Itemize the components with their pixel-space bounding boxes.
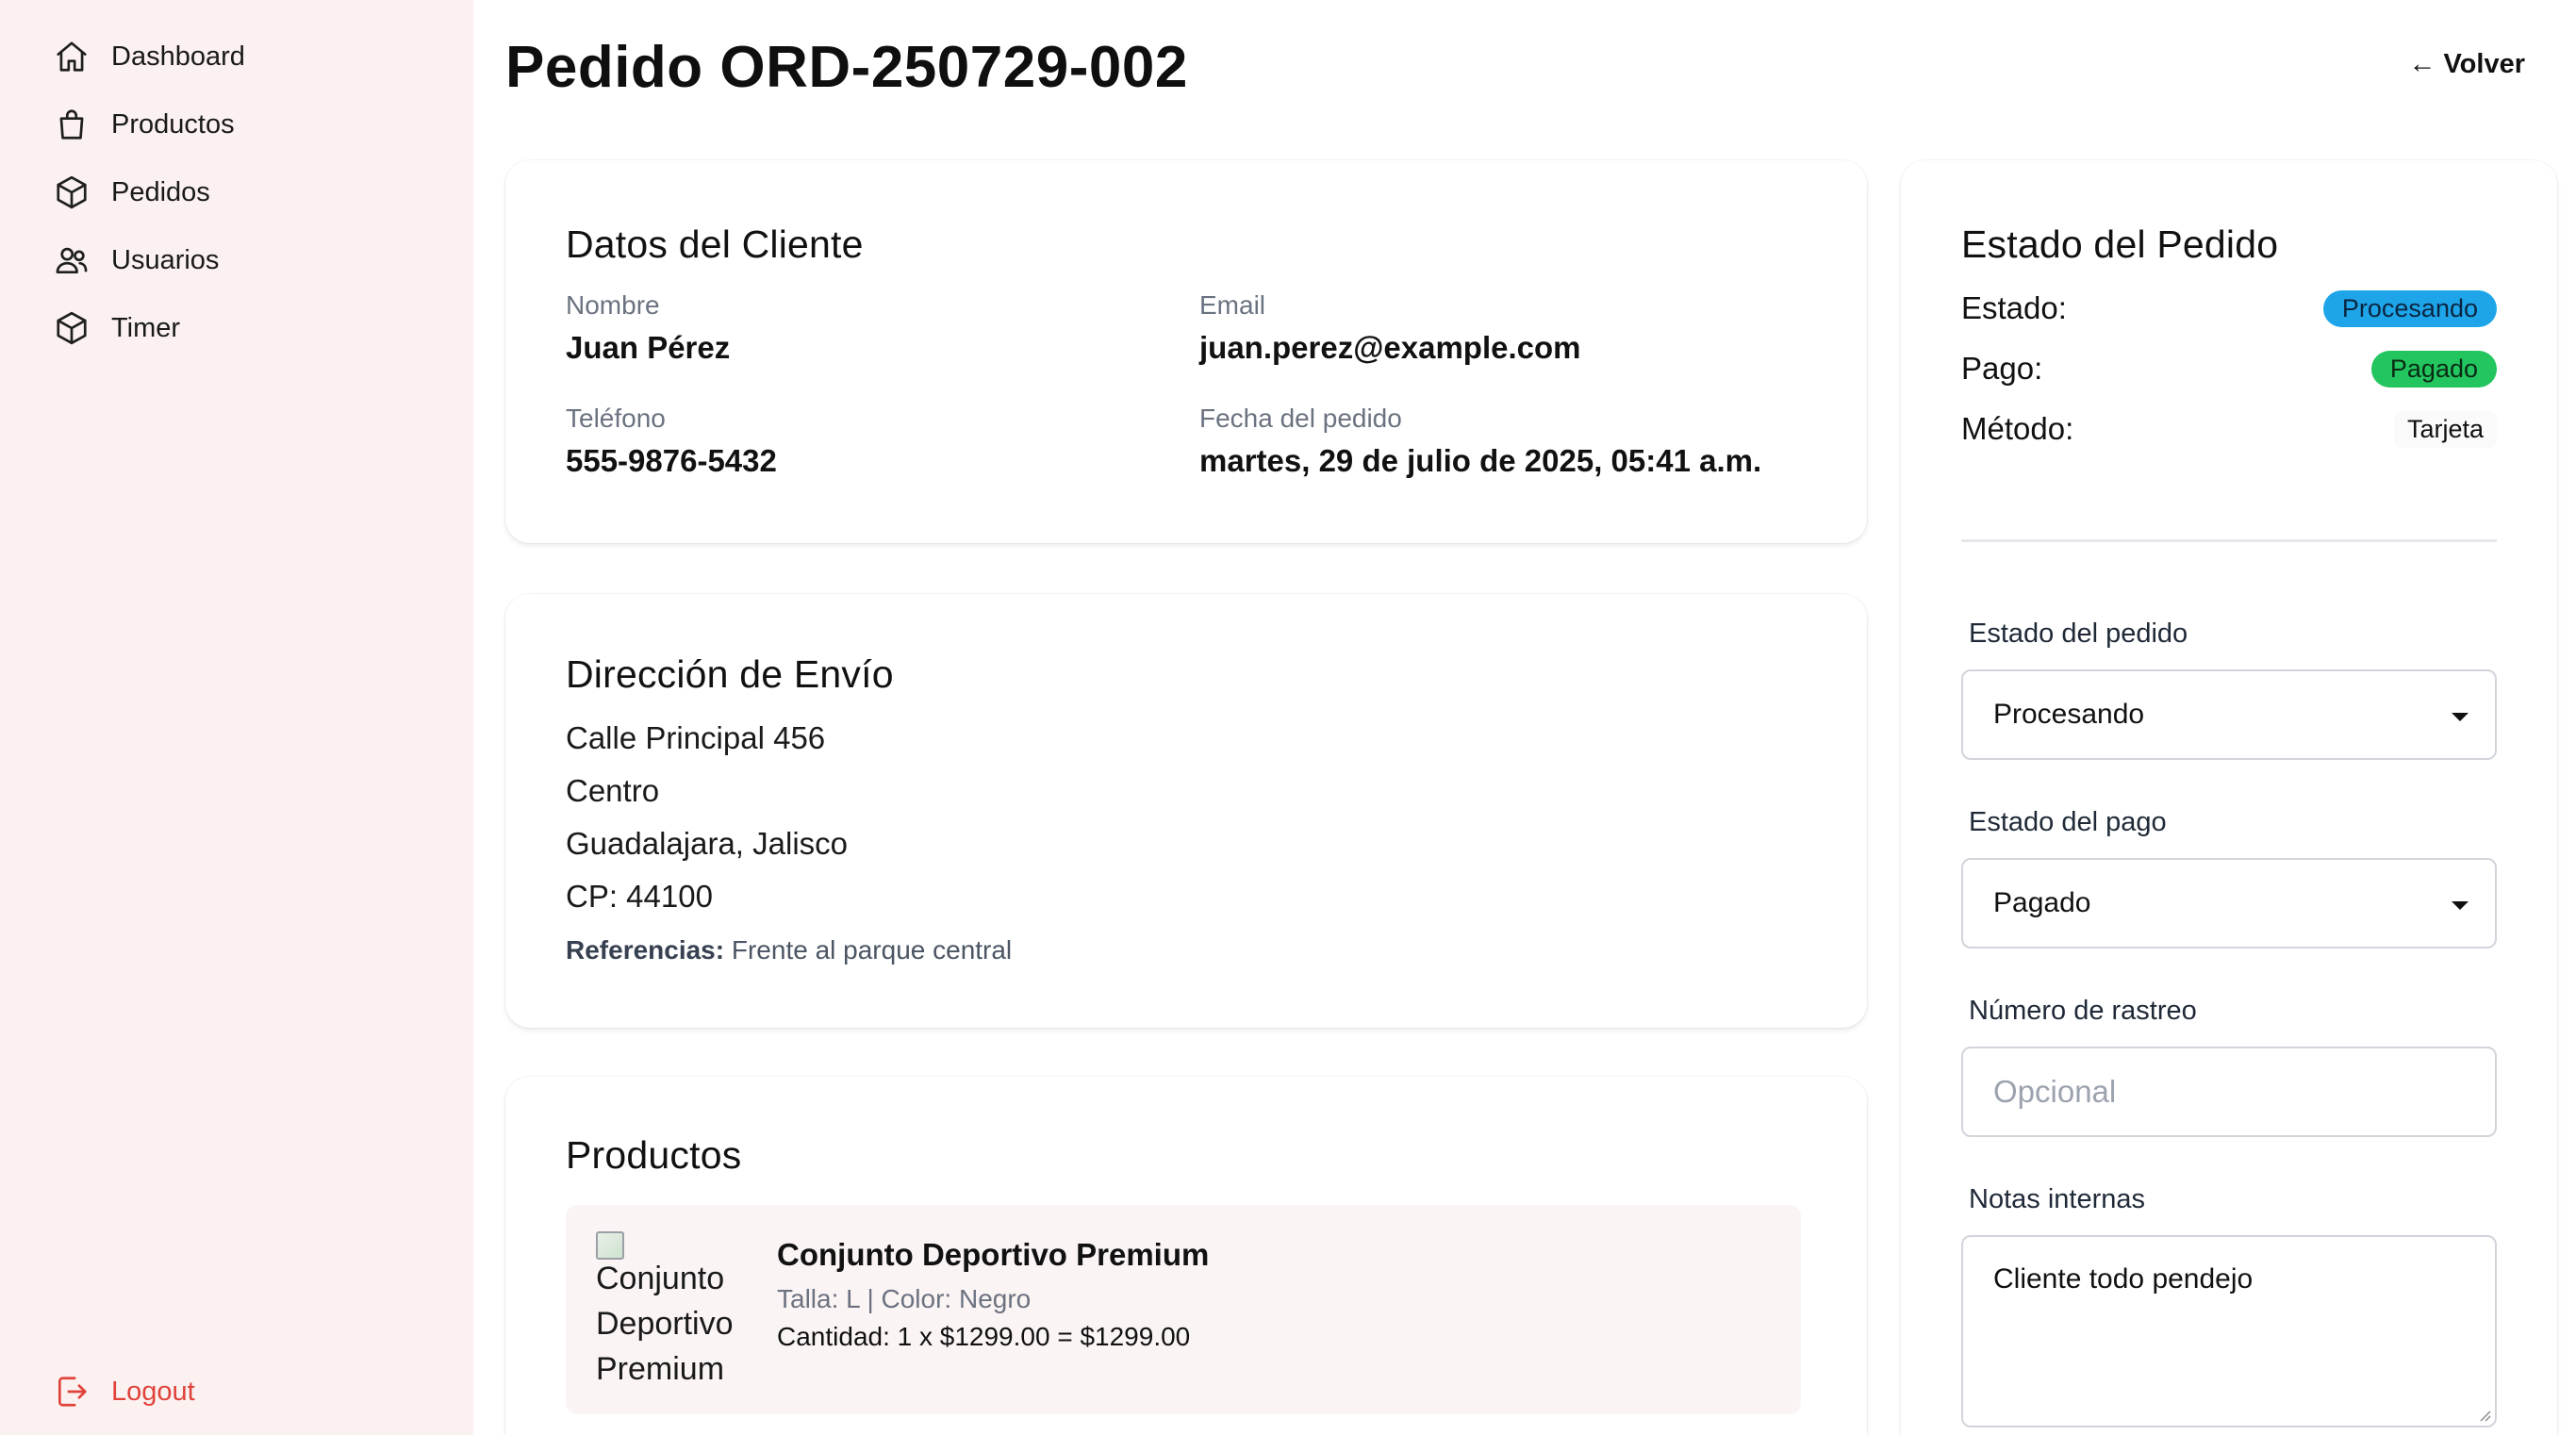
address-city-state: Guadalajara, Jalisco	[566, 826, 848, 861]
metodo-label: Método:	[1961, 411, 2074, 446]
package-icon	[53, 309, 91, 347]
payment-status-selected: Pagado	[1993, 887, 2091, 918]
page-title: Pedido ORD-250729-002	[505, 35, 1188, 100]
status-row-pago: Pago: Pagado	[1961, 347, 2497, 390]
status-card-title: Estado del Pedido	[1961, 223, 2279, 266]
order-date: martes, 29 de julio de 2025, 05:41 a.m.	[1199, 443, 1762, 478]
order-date-label: Fecha del pedido	[1199, 404, 1402, 433]
resize-handle-icon[interactable]	[2476, 1407, 2491, 1422]
products-card: Productos Conjunto Deportivo Premium Con…	[505, 1077, 1867, 1435]
product-quantity: Cantidad: 1 x $1299.00 = $1299.00	[777, 1322, 1191, 1351]
sidebar-item-usuarios[interactable]: Usuarios	[53, 232, 219, 289]
status-row-metodo: Método: Tarjeta	[1961, 407, 2497, 451]
product-image-alt: Conjunto Deportivo Premium	[596, 1261, 734, 1382]
products-card-title: Productos	[566, 1133, 742, 1177]
sidebar-item-label: Productos	[111, 108, 235, 140]
internal-notes-label: Notas internas	[1969, 1184, 2145, 1214]
payment-status-badge: Pagado	[2370, 350, 2497, 388]
sidebar-item-dashboard[interactable]: Dashboard	[53, 28, 245, 85]
back-link[interactable]: ← Volver	[2408, 49, 2525, 80]
tracking-number-input[interactable]: Opcional	[1961, 1047, 2497, 1137]
product-name: Conjunto Deportivo Premium	[777, 1237, 1210, 1272]
status-row-estado: Estado: Procesando	[1961, 287, 2497, 330]
shipping-card-title: Dirección de Envío	[566, 652, 894, 696]
tracking-number-label: Número de rastreo	[1969, 996, 2197, 1026]
logout-button[interactable]: Logout	[53, 1363, 195, 1420]
product-list-item: Conjunto Deportivo Premium Conjunto Depo…	[566, 1205, 1801, 1414]
logout-icon	[53, 1373, 91, 1410]
logout-label: Logout	[111, 1376, 195, 1407]
customer-card-title: Datos del Cliente	[566, 223, 864, 266]
sidebar-item-pedidos[interactable]: Pedidos	[53, 164, 210, 221]
sidebar-item-timer[interactable]: Timer	[53, 300, 180, 356]
tracking-number-placeholder: Opcional	[1993, 1074, 2117, 1109]
address-neighborhood: Centro	[566, 773, 660, 808]
sidebar-item-label: Timer	[111, 312, 181, 343]
payment-method-badge: Tarjeta	[2393, 410, 2497, 448]
internal-notes-value: Cliente todo pendejo	[1993, 1263, 2254, 1295]
references-label: Referencias:	[566, 935, 725, 965]
users-icon	[53, 241, 91, 279]
order-status-select-label: Estado del pedido	[1969, 619, 2188, 649]
sidebar: Dashboard Productos Pedidos Usuarios Tim…	[0, 0, 473, 1435]
customer-card: Datos del Cliente Nombre Juan Pérez Emai…	[505, 160, 1867, 543]
shipping-card: Dirección de Envío Calle Principal 456 C…	[505, 594, 1867, 1028]
home-icon	[53, 38, 91, 75]
address-street: Calle Principal 456	[566, 720, 826, 755]
order-status-selected: Procesando	[1993, 699, 2145, 730]
order-status-badge: Procesando	[2322, 289, 2497, 327]
email-label: Email	[1199, 290, 1266, 320]
references-value: Frente al parque central	[731, 935, 1013, 965]
chevron-down-icon	[2452, 713, 2469, 721]
shopping-bag-icon	[53, 106, 91, 143]
product-image: Conjunto Deportivo Premium	[596, 1231, 737, 1382]
sidebar-item-label: Usuarios	[111, 244, 220, 275]
pago-label: Pago:	[1961, 351, 2043, 386]
address-zip: CP: 44100	[566, 879, 713, 914]
address-references: Referencias: Frente al parque central	[566, 935, 1012, 965]
name-label: Nombre	[566, 290, 660, 320]
customer-name: Juan Pérez	[566, 330, 731, 365]
customer-email: juan.perez@example.com	[1199, 330, 1581, 365]
payment-status-select[interactable]: Pagado	[1961, 858, 2497, 948]
product-variant: Talla: L | Color: Negro	[777, 1284, 1032, 1313]
payment-status-select-label: Estado del pago	[1969, 807, 2167, 837]
order-status-card: Estado del Pedido Estado: Procesando Pag…	[1901, 160, 2557, 1435]
estado-label: Estado:	[1961, 290, 2067, 325]
sidebar-item-label: Dashboard	[111, 41, 245, 72]
phone-label: Teléfono	[566, 404, 666, 433]
package-icon	[53, 173, 91, 211]
divider	[1961, 539, 2497, 542]
internal-notes-textarea[interactable]: Cliente todo pendejo	[1961, 1235, 2497, 1427]
broken-image-icon	[596, 1231, 624, 1260]
customer-phone: 555-9876-5432	[566, 443, 777, 478]
chevron-down-icon	[2452, 901, 2469, 910]
sidebar-item-label: Pedidos	[111, 176, 210, 207]
sidebar-item-productos[interactable]: Productos	[53, 96, 235, 153]
order-status-select[interactable]: Procesando	[1961, 669, 2497, 760]
